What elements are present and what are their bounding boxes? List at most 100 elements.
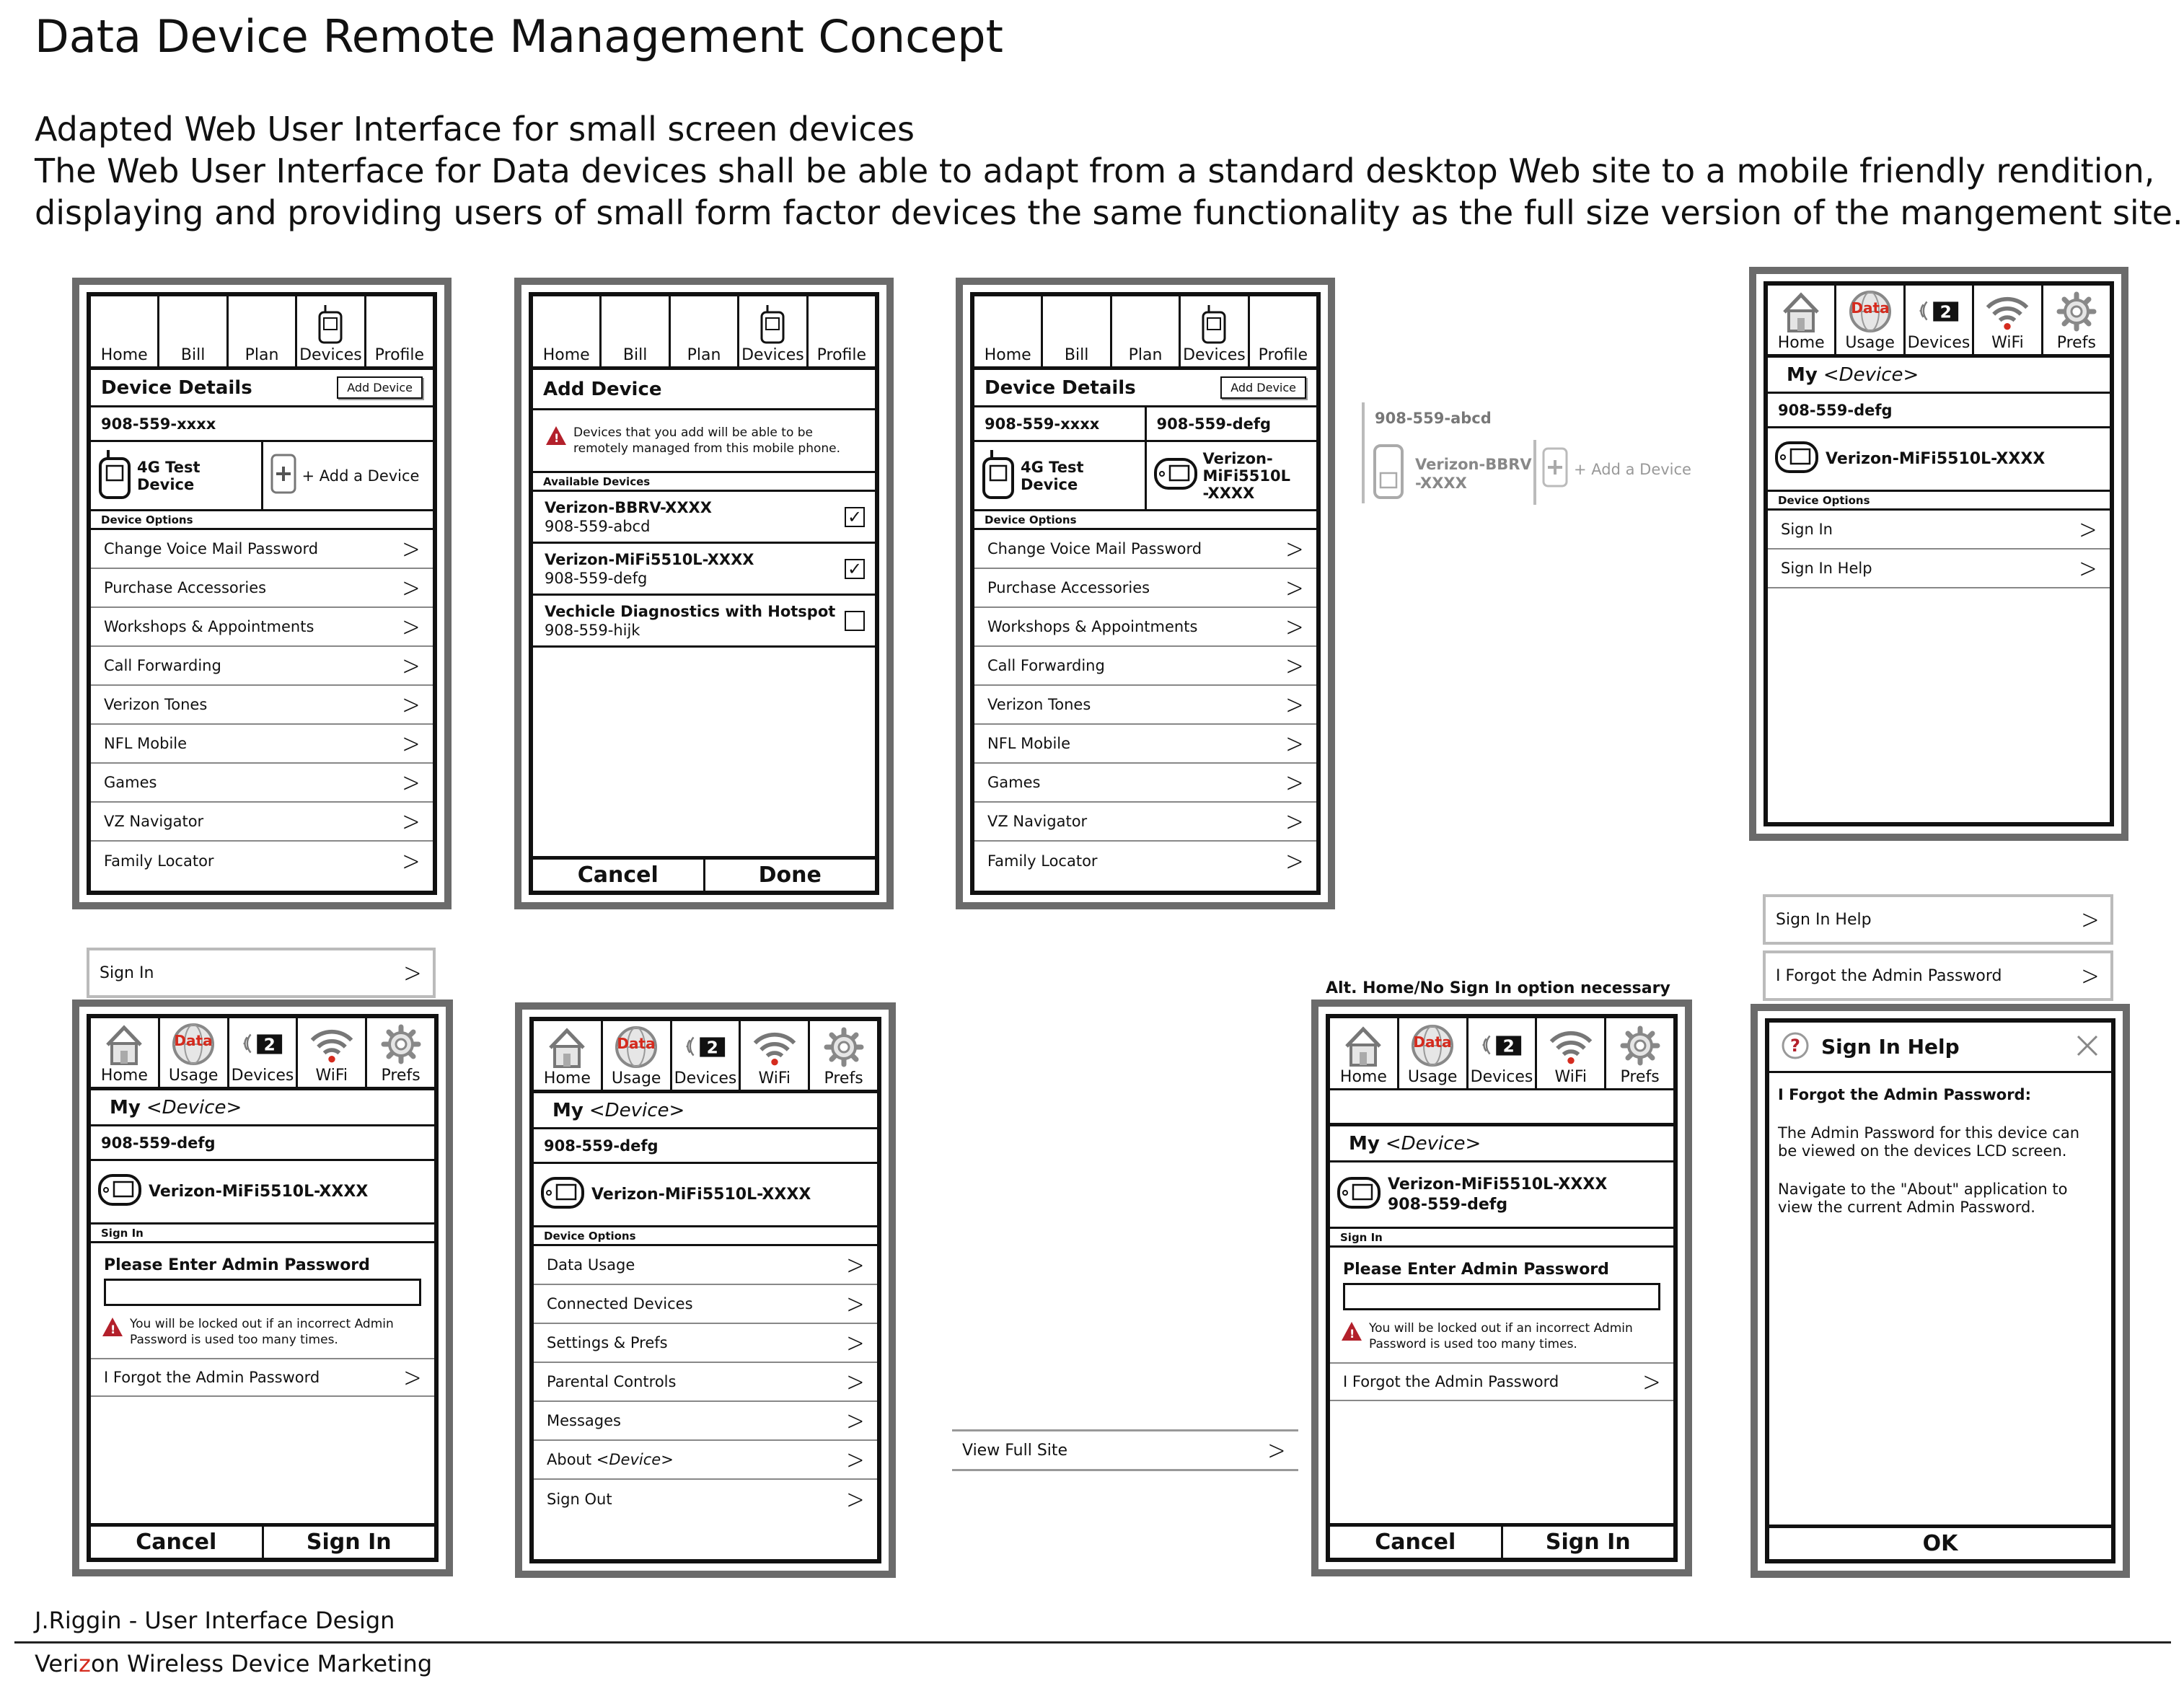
cancel-button[interactable]: Cancel [91,1527,262,1558]
list-item[interactable]: Purchase Accessories > [974,569,1316,608]
list-item[interactable]: NFL Mobile > [974,725,1316,764]
list-item[interactable]: Verizon Tones > [91,686,433,725]
tab-prefs[interactable]: Prefs [2043,286,2110,354]
sign-in-button[interactable]: Sign In [1500,1527,1674,1558]
list-item[interactable]: Games > [974,764,1316,803]
tab-home[interactable]: Home [533,296,602,366]
done-button[interactable]: Done [703,860,876,891]
password-input[interactable] [1343,1283,1660,1310]
device-mifi[interactable]: Verizon-MiFi5510L-XXXX [1768,428,2110,492]
tab-profile[interactable]: Profile [809,296,875,366]
tab-devices[interactable]: 2 Devices [1469,1018,1538,1088]
list-item[interactable]: Games > [91,764,433,803]
list-item[interactable]: Sign Out > [534,1480,877,1519]
warning-text: You will be locked out if an incorrect A… [1369,1321,1633,1351]
tab-wifi[interactable]: WiFi [1537,1018,1607,1088]
list-item[interactable]: Data Usage > [534,1246,877,1285]
list-item[interactable]: Settings & Prefs > [534,1324,877,1363]
floating-sign-in-help-item[interactable]: Sign In Help > [1763,894,2113,945]
ok-button[interactable]: OK [1769,1528,2111,1559]
tab-wifi[interactable]: WiFi [298,1018,368,1087]
list-item[interactable]: Change Voice Mail Password > [974,530,1316,569]
device-mifi[interactable]: Verizon-MiFi5510L-XXXX 908-559-defg [1330,1162,1673,1229]
tab-plan[interactable]: Plan [229,296,298,366]
cancel-button[interactable]: Cancel [1330,1527,1501,1558]
list-item[interactable]: NFL Mobile > [91,725,433,764]
list-item[interactable]: Parental Controls > [534,1363,877,1402]
add-a-device-button[interactable]: + Add a Device [260,442,433,509]
tab-bill[interactable]: Bill [1043,296,1112,366]
tab-devices[interactable]: Devices [297,296,366,366]
floating-sign-in-item[interactable]: Sign In > [87,948,436,998]
tab-home[interactable]: Home [974,296,1044,366]
device-mifi[interactable]: Verizon-MiFi5510L-XXXX [1144,442,1317,509]
tab-devices[interactable]: 2 Devices [1906,286,1975,354]
device-mifi[interactable]: Verizon-MiFi5510L-XXXX [534,1164,877,1227]
available-device[interactable]: Verizon-MiFi5510L-XXXX 908-559-defg ✓ [533,544,875,596]
list-item[interactable]: Call Forwarding > [974,647,1316,686]
view-full-site-item[interactable]: View Full Site > [952,1429,1298,1471]
tab-prefs[interactable]: Prefs [810,1021,877,1090]
tab-plan[interactable]: Plan [1112,296,1181,366]
list-item[interactable]: Messages > [534,1402,877,1441]
add-device-button[interactable]: Add Device [337,376,423,399]
list-item[interactable]: Family Locator > [974,842,1316,881]
list-item[interactable]: Call Forwarding > [91,647,433,686]
list-item[interactable]: Purchase Accessories > [91,569,433,608]
tab-plan[interactable]: Plan [671,296,740,366]
list-item[interactable]: VZ Navigator > [91,803,433,842]
close-icon[interactable] [2075,1033,2100,1061]
forgot-password-item[interactable]: I Forgot the Admin Password > [91,1358,434,1397]
list-item[interactable]: Workshops & Appointments > [91,608,433,647]
tab-profile[interactable]: Profile [1250,296,1316,366]
chevron-right-icon: > [402,572,420,604]
tab-devices[interactable]: Devices [1181,296,1250,366]
device-4g-test[interactable]: 4G Test Device [974,442,1145,509]
tab-usage[interactable]: Data Usage [1836,286,1906,354]
tab-home[interactable]: Home [534,1021,603,1090]
tab-prefs[interactable]: Prefs [1606,1018,1673,1088]
tab-home[interactable]: Home [91,296,160,366]
tab-bill[interactable]: Bill [159,296,229,366]
tab-wifi[interactable]: WiFi [1974,286,2043,354]
tab-usage[interactable]: Data Usage [1399,1018,1469,1088]
password-input[interactable] [104,1279,421,1306]
sign-in-button[interactable]: Sign In [261,1527,435,1558]
phone-icon [982,449,1015,503]
tab-bill[interactable]: Bill [602,296,671,366]
list-item[interactable]: About <Device> > [534,1441,877,1480]
device-4g-test[interactable]: 4G Test Device [91,442,261,509]
floating-forgot-item[interactable]: I Forgot the Admin Password > [1763,950,2113,1001]
tab-wifi[interactable]: WiFi [741,1021,811,1090]
tab-devices[interactable]: Devices [739,296,809,366]
available-device[interactable]: Vechicle Diagnostics with Hotspot 908-559… [533,596,875,648]
device-checkbox[interactable]: ✓ [845,558,865,579]
overflow-device-bbrv[interactable]: Verizon-BBRV -XXXX [1372,444,1532,503]
tab-profile[interactable]: Profile [366,296,433,366]
tab-home[interactable]: Home [1330,1018,1399,1088]
tab-home[interactable]: Home [91,1018,160,1087]
device-checkbox[interactable] [845,610,865,631]
overflow-add-device[interactable]: + Add a Device [1542,447,1691,491]
tab-usage[interactable]: Data Usage [603,1021,672,1090]
list-item[interactable]: VZ Navigator > [974,803,1316,842]
add-device-button[interactable]: Add Device [1220,376,1306,399]
tab-prefs[interactable]: Prefs [367,1018,434,1087]
list-item[interactable]: Workshops & Appointments > [974,608,1316,647]
sign-in-help-item[interactable]: Sign In Help > [1768,550,2110,588]
available-device[interactable]: Verizon-BBRV-XXXX 908-559-abcd ✓ [533,492,875,544]
tab-devices[interactable]: 2 Devices [229,1018,299,1087]
list-item[interactable]: Connected Devices > [534,1285,877,1324]
list-item[interactable]: Family Locator > [91,842,433,881]
list-item[interactable]: Change Voice Mail Password > [91,530,433,569]
tab-devices[interactable]: 2 Devices [672,1021,741,1090]
device-checkbox[interactable]: ✓ [845,506,865,527]
list-item[interactable]: Verizon Tones > [974,686,1316,725]
forgot-password-item[interactable]: I Forgot the Admin Password > [1330,1362,1673,1401]
cancel-button[interactable]: Cancel [533,860,703,891]
tab-home[interactable]: Home [1768,286,1837,354]
sign-in-item[interactable]: Sign In > [1768,511,2110,550]
chevron-right-icon: > [1267,1434,1286,1466]
tab-usage[interactable]: Data Usage [160,1018,229,1087]
device-mifi[interactable]: Verizon-MiFi5510L-XXXX [91,1161,434,1225]
